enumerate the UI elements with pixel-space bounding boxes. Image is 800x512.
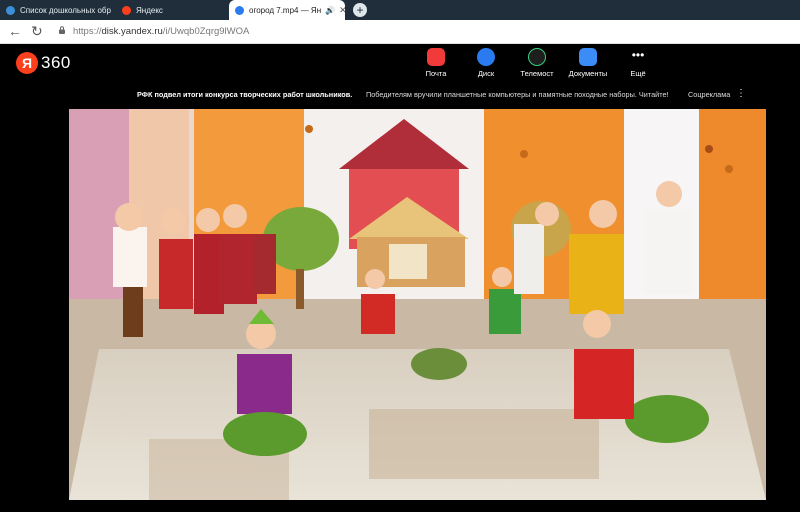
service-disk[interactable]: Диск: [461, 48, 511, 78]
news-ticker[interactable]: РФК подвел итоги конкурса творческих раб…: [0, 86, 800, 104]
yandex-icon: [122, 5, 131, 15]
more-icon: •••: [631, 48, 645, 62]
reload-icon[interactable]: ↻: [31, 23, 43, 39]
tab-label: Яндекс: [136, 5, 163, 15]
url-path: /i/Uwqb0Zqrg9lWOA: [162, 26, 250, 37]
mail-icon: [427, 48, 445, 66]
url-prefix: https://: [73, 26, 102, 37]
disk-icon: [477, 48, 495, 66]
service-label: Почта: [425, 69, 447, 78]
service-label: Документы: [568, 69, 608, 78]
new-tab-button[interactable]: +: [353, 3, 367, 17]
news-description[interactable]: Победителям вручили планшетные компьютер…: [366, 90, 669, 99]
browser-tab-strip: Список дошкольных обр Яндекс огород 7.mp…: [0, 0, 800, 20]
lock-icon: [59, 26, 65, 34]
tab-ogorod-video[interactable]: огород 7.mp4 — Ян 🔊 ✕: [229, 0, 345, 20]
yandex-360-header: Я 360 Почта Диск Телемост Документы ••• …: [0, 44, 800, 86]
disk-icon: [235, 5, 244, 15]
url-domain: disk.yandex.ru: [101, 26, 163, 37]
address-bar: ← ↻ https://disk.yandex.ru/i/Uwqb0Zqrg9l…: [0, 20, 800, 44]
tab-preschool-list[interactable]: Список дошкольных обр: [0, 0, 114, 20]
service-mail[interactable]: Почта: [411, 48, 461, 78]
service-documents[interactable]: Документы: [563, 48, 613, 78]
url-field[interactable]: https://disk.yandex.ru/i/Uwqb0Zqrg9lWOA: [73, 26, 249, 37]
tab-label: огород 7.mp4 — Ян: [249, 5, 322, 15]
back-arrow-icon[interactable]: ←: [8, 23, 22, 39]
service-label: Диск: [477, 69, 495, 78]
logo-number: 360: [41, 53, 71, 72]
news-more-icon[interactable]: ⋮: [736, 88, 746, 99]
video-player[interactable]: [69, 109, 766, 500]
service-label: Телемост: [520, 69, 554, 78]
service-telemost[interactable]: Телемост: [512, 48, 562, 78]
speaker-icon[interactable]: 🔊: [325, 6, 335, 15]
tab-label: Список дошкольных обр: [20, 5, 111, 15]
service-label: Ещё: [630, 69, 646, 78]
news-headline[interactable]: РФК подвел итоги конкурса творческих раб…: [137, 90, 352, 99]
documents-icon: [579, 48, 597, 66]
yandex-360-logo[interactable]: Я 360: [16, 52, 71, 74]
video-frame: [69, 109, 766, 500]
tab-yandex[interactable]: Яндекс: [116, 0, 228, 20]
service-more[interactable]: ••• Ещё: [613, 48, 663, 78]
logo-letter: Я: [16, 52, 38, 74]
telemost-icon: [528, 48, 546, 66]
close-icon[interactable]: ✕: [335, 5, 345, 16]
globe-icon: [6, 5, 15, 15]
ad-label: Соцреклама: [688, 90, 731, 99]
